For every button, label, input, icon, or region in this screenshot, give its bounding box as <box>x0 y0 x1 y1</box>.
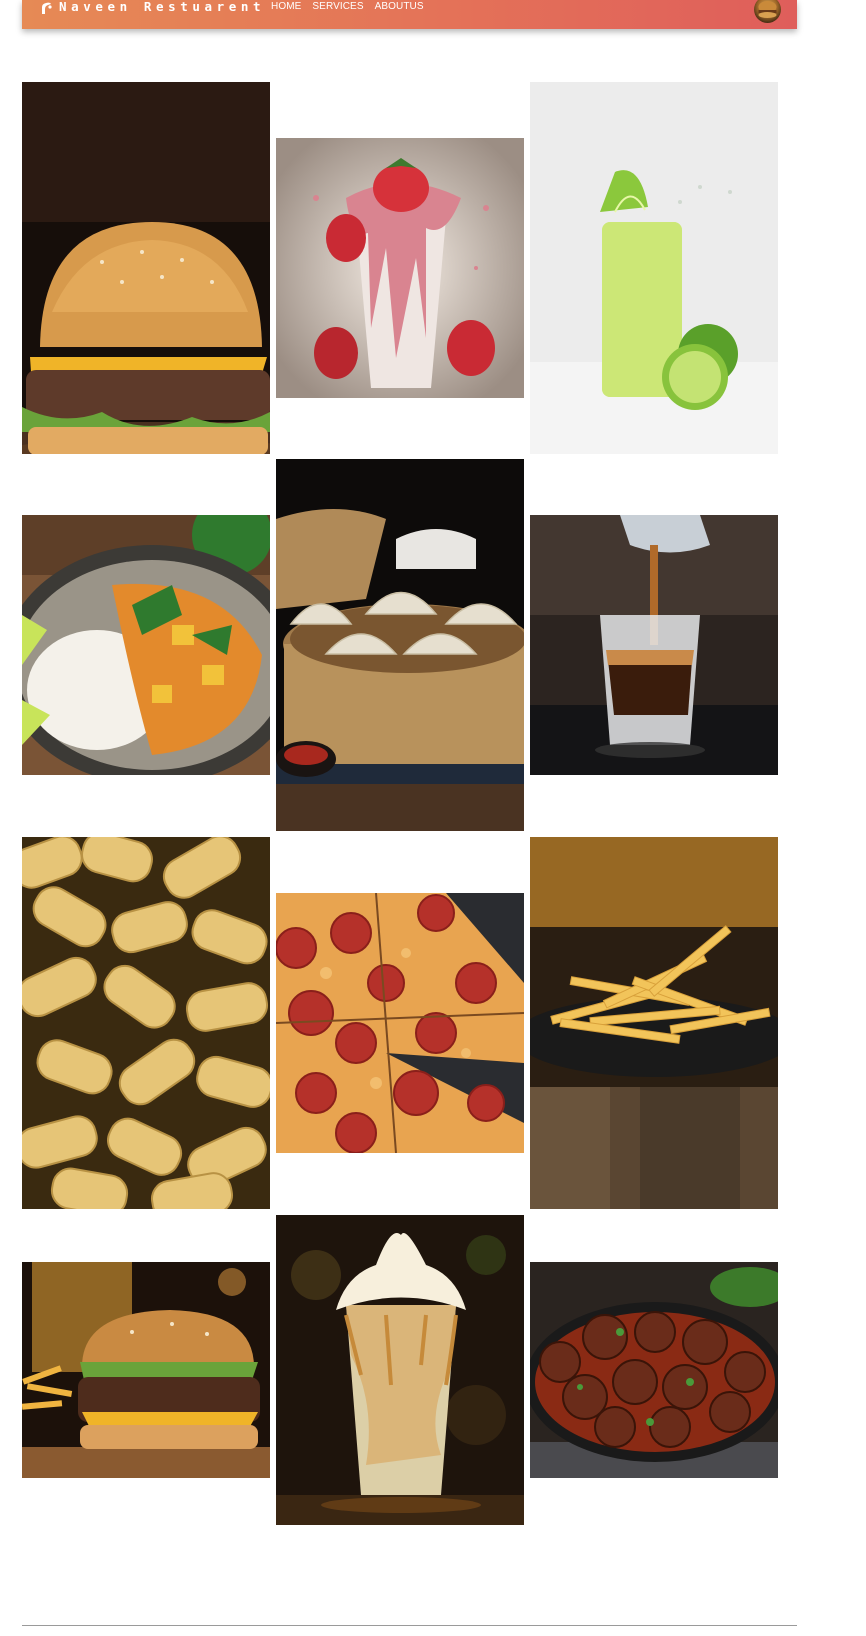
meatballs-image <box>530 1262 778 1478</box>
footer-divider <box>22 1625 797 1626</box>
brand-name[interactable]: Naveen Restuarent <box>59 0 265 14</box>
gallery-photo[interactable]: rigatoni-pasta-photo <box>22 837 270 1209</box>
gallery-photo[interactable]: caramel-sundae-photo <box>276 1215 524 1525</box>
dumplings-image <box>276 459 524 831</box>
gallery-photo[interactable]: burger-and-fries-photo <box>22 1262 270 1478</box>
restaurant-logo-icon <box>42 2 52 15</box>
espresso-image <box>530 515 778 775</box>
lime-juice-image <box>530 82 778 454</box>
pizza-image <box>276 893 524 1153</box>
pasta-image <box>22 837 270 1209</box>
burger-fries-image <box>22 1262 270 1478</box>
gallery-photo[interactable]: cheeseburger-photo <box>22 82 270 454</box>
gallery-photo[interactable]: pepperoni-pizza-photo <box>276 893 524 1153</box>
main-nav: HOME SERVICES ABOUTUS <box>271 1 424 13</box>
nav-services-link[interactable]: SERVICES <box>312 1 363 13</box>
user-avatar[interactable] <box>754 0 781 23</box>
nav-aboutus-link[interactable]: ABOUTUS <box>375 1 424 13</box>
milkshake-image <box>276 138 524 398</box>
sundae-image <box>276 1215 524 1525</box>
curry-image <box>22 515 270 775</box>
gallery-photo[interactable]: meatballs-in-skillet-photo <box>530 1262 778 1478</box>
gallery-photo[interactable]: dumplings-in-steamer-photo <box>276 459 524 831</box>
top-navbar: Naveen Restuarent HOME SERVICES ABOUTUS <box>22 0 797 29</box>
fries-image <box>530 837 778 1209</box>
gallery-photo[interactable]: lime-juice-photo <box>530 82 778 454</box>
gallery-photo[interactable]: french-fries-photo <box>530 837 778 1209</box>
gallery-photo[interactable]: strawberry-milkshake-photo <box>276 138 524 398</box>
gallery-photo[interactable]: espresso-shot-photo <box>530 515 778 775</box>
nav-home-link[interactable]: HOME <box>271 1 301 13</box>
burger-image <box>22 82 270 454</box>
gallery-photo[interactable]: curry-with-rice-photo <box>22 515 270 775</box>
